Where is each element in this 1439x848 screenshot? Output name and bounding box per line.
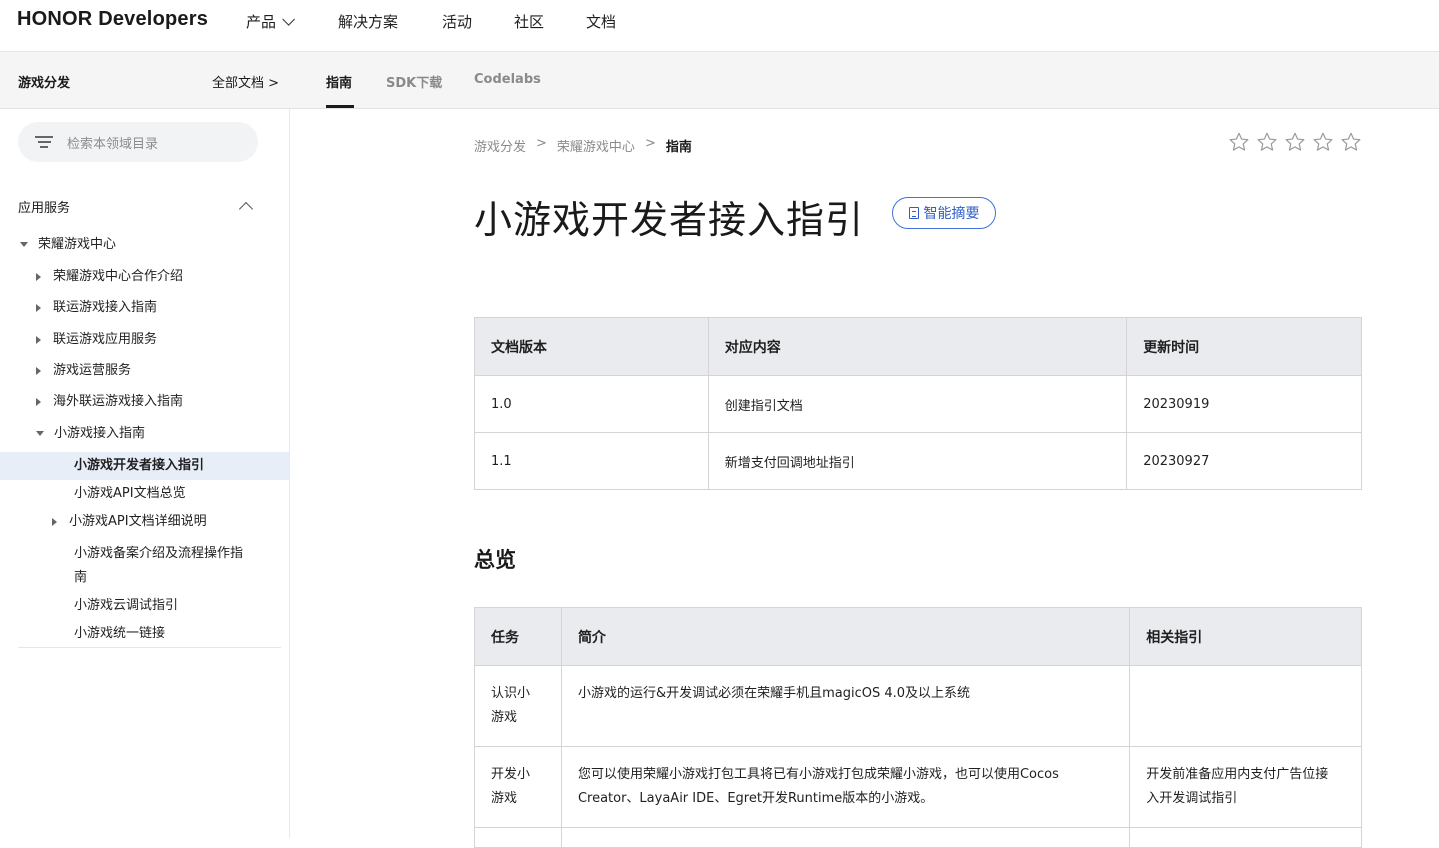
table-row: 认识小 游戏 小游戏的运行&开发调试必须在荣耀手机且magicOS 4.0及以上… [474,665,1362,747]
breadcrumb-separator: > [536,136,547,151]
tree-item-unified-link[interactable]: 小游戏统一链接 [74,622,165,646]
nav-solutions[interactable]: 解决方案 [338,11,398,32]
caret-down-icon [20,242,28,247]
star-icon[interactable] [1340,131,1362,153]
tree-item-api-overview[interactable]: 小游戏API文档总览 [74,482,186,506]
nav-products[interactable]: 产品 [246,11,296,32]
sidebar-group-app-services[interactable]: 应用服务 [18,197,70,216]
table-cell: 创建指引文档 [707,375,1128,433]
tree-item-cloud-debug[interactable]: 小游戏云调试指引 [74,594,178,618]
breadcrumb: 游戏分发 > 荣耀游戏中心 > 指南 [474,136,692,155]
table-cell: 1.0 [474,375,709,433]
caret-down-icon [36,431,44,436]
chevron-up-icon[interactable] [238,201,254,217]
table-cell: 开发小 游戏 [474,746,562,828]
table-cell: 1.1 [474,432,709,490]
tree-item-minigame-guide[interactable]: 小游戏接入指南 [36,422,145,446]
caret-right-icon [52,517,57,526]
tree-item-api-details[interactable]: 小游戏API文档详细说明 [52,510,207,534]
caret-right-icon [36,335,41,344]
tree-item-developer-guide[interactable]: 小游戏开发者接入指引 [74,454,204,478]
nav-community[interactable]: 社区 [514,11,544,32]
filter-icon [35,135,53,149]
page-title: 小游戏开发者接入指引 [474,198,865,242]
table-header: 简介 [560,607,1131,666]
caret-right-icon [36,397,41,406]
tree-item-filing-guide[interactable]: 小游戏备案介绍及流程操作指 南 [74,542,243,590]
tab-sdk-download[interactable]: SDK下载 [386,72,442,91]
table-row: 开发小 游戏 您可以使用荣耀小游戏打包工具将已有小游戏打包成荣耀小游戏，也可以使… [474,746,1362,828]
rating-stars [1228,131,1362,153]
active-tab-indicator [326,105,354,108]
nav-docs[interactable]: 文档 [586,11,616,32]
all-docs-link[interactable]: 全部文档 > [212,72,279,91]
sub-navigation: 游戏分发 全部文档 > 指南 SDK下载 Codelabs [0,52,1439,109]
tree-item-cooperation[interactable]: 荣耀游戏中心合作介绍 [36,265,183,289]
tab-guide[interactable]: 指南 [326,72,352,91]
tree-item-joint-game-services[interactable]: 联运游戏应用服务 [36,328,157,352]
star-icon[interactable] [1256,131,1278,153]
caret-right-icon [36,366,41,375]
tab-codelabs[interactable]: Codelabs [474,72,541,87]
search-placeholder: 检索本领域目录 [67,136,159,152]
overview-table: 任务 简介 相关指引 认识小 游戏 小游戏的运行&开发调试必须在荣耀手机且mag… [474,607,1362,848]
star-icon[interactable] [1284,131,1306,153]
table-header: 相关指引 [1129,607,1362,666]
table-row: 1.0 创建指引文档 20230919 [474,375,1362,433]
ai-summary-label: 智能摘要 [923,206,980,222]
nav-events[interactable]: 活动 [442,11,472,32]
tree-item-overseas-guide[interactable]: 海外联运游戏接入指南 [36,390,183,414]
table-cell: 新增支付回调地址指引 [707,432,1128,490]
breadcrumb-item[interactable]: 荣耀游戏中心 [557,136,635,155]
section-title: 游戏分发 [18,76,71,91]
tree-item-joint-game-guide[interactable]: 联运游戏接入指南 [36,296,157,320]
related-guide-link[interactable]: 入开发调试指引 [1146,787,1345,811]
table-cell: 您可以使用荣耀小游戏打包工具将已有小游戏打包成荣耀小游戏，也可以使用Cocos … [560,746,1131,828]
version-table: 文档版本 对应内容 更新时间 1.0 创建指引文档 20230919 1.1 新… [474,317,1362,490]
table-cell: 开发前准备应用内支付广告位接 入开发调试指引 [1129,746,1362,828]
tree-item-operation-services[interactable]: 游戏运营服务 [36,359,131,383]
table-header-row: 任务 简介 相关指引 [474,607,1362,666]
nav-products-label: 产品 [246,13,277,31]
caret-right-icon [36,303,41,312]
star-icon[interactable] [1312,131,1334,153]
caret-right-icon [36,272,41,281]
table-header: 任务 [474,607,562,666]
table-row: 1.1 新增支付回调地址指引 20230927 [474,432,1362,490]
section-heading-overview: 总览 [474,548,516,572]
tree-item-honor-game-center[interactable]: 荣耀游戏中心 [20,233,116,257]
table-header: 对应内容 [707,317,1128,376]
ai-summary-button[interactable]: 智能摘要 [892,197,996,229]
related-guide-link[interactable]: 开发前准备应用内支付广告位接 [1146,763,1345,787]
sidebar-search-input[interactable]: 检索本领域目录 [18,122,258,162]
sidebar-divider [18,647,281,648]
breadcrumb-current: 指南 [665,140,692,155]
table-header: 更新时间 [1126,317,1362,376]
table-header: 文档版本 [474,317,709,376]
table-cell: 20230919 [1126,375,1362,433]
breadcrumb-item[interactable]: 游戏分发 [474,136,526,155]
chevron-down-icon [282,13,296,26]
star-icon[interactable] [1228,131,1250,153]
table-cell: 20230927 [1126,432,1362,490]
table-cell: 认识小 游戏 [474,665,562,747]
table-header-row: 文档版本 对应内容 更新时间 [474,317,1362,376]
table-cell: 小游戏的运行&开发调试必须在荣耀手机且magicOS 4.0及以上系统 [560,665,1131,747]
table-cell [1129,665,1362,747]
top-navigation: HONOR Developers 产品 解决方案 活动 社区 文档 [0,0,1439,52]
document-icon [908,207,919,219]
honor-developers-logo[interactable]: HONOR Developers [17,8,208,31]
sidebar: 检索本领域目录 应用服务 荣耀游戏中心 荣耀游戏中心合作介绍 联运游戏接入指南 … [0,109,290,838]
breadcrumb-separator: > [644,136,656,151]
